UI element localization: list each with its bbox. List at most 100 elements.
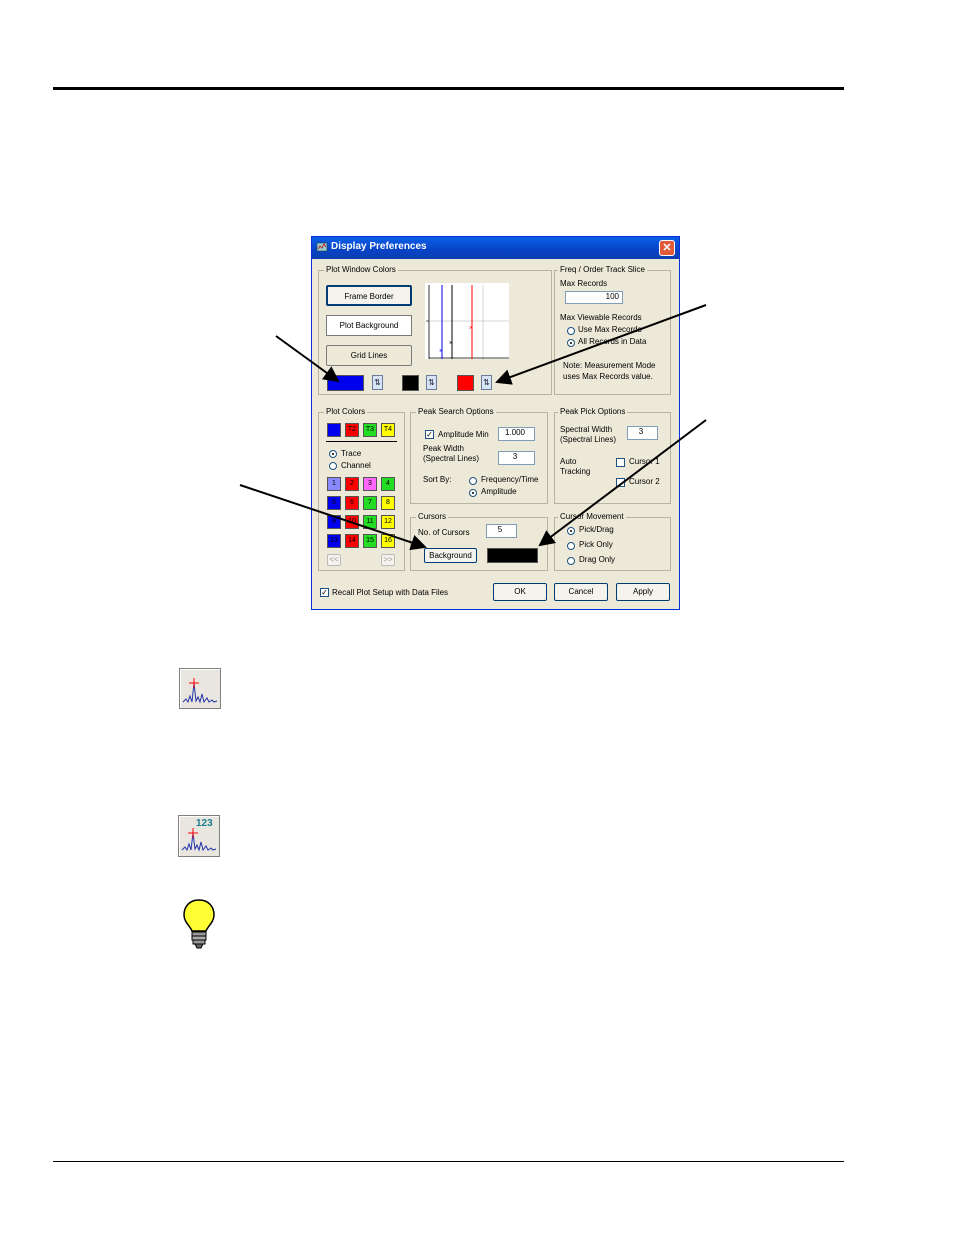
pick-drag-label: Pick/Drag [579,525,614,534]
lightbulb-icon [183,899,215,949]
channel-color-7[interactable]: 7 [363,496,377,510]
cursor-color-1[interactable] [327,375,364,391]
spectral-width-label: Spectral Width (Spectral Lines) [560,425,617,444]
spectral-width-input[interactable]: 3 [627,426,658,440]
recall-setup-checkbox[interactable]: ✓ [320,588,329,597]
sort-amplitude-label: Amplitude [481,487,517,496]
channel-color-2[interactable]: 2 [345,477,359,491]
channel-label: Channel [341,461,371,470]
cursor1-checkbox[interactable] [616,458,625,467]
peak-width-label: Peak Width (Spectral Lines) [423,444,480,463]
peak-pick-label: Peak Pick Options [558,407,628,416]
cursor-selector-3[interactable]: ⇅ [481,375,492,390]
dialog-title: Display Preferences [331,241,427,252]
trace-label: Trace [341,449,362,458]
channel-color-8[interactable]: 8 [381,496,395,510]
svg-text:×: × [469,325,473,332]
pick-drag-radio[interactable] [567,527,575,535]
channel-color-4[interactable]: 4 [381,477,395,491]
ok-button[interactable]: OK [493,583,547,601]
svg-text:×: × [439,348,443,355]
cursor-selector-2[interactable]: ⇅ [426,375,437,390]
peak-search-label: Peak Search Options [416,407,496,416]
title-bar[interactable]: Display Preferences ✕ [312,237,679,259]
auto-tracking-label: Auto Tracking [560,457,591,476]
pick-only-radio[interactable] [567,542,575,550]
drag-only-label: Drag Only [579,555,616,564]
background-button[interactable]: Background [424,548,477,563]
channel-color-5[interactable]: 5 [327,496,341,510]
app-icon [316,242,328,252]
max-records-input[interactable]: 100 [565,291,623,304]
drag-only-radio[interactable] [567,557,575,565]
use-max-radio[interactable] [567,327,575,335]
all-records-label: All Records in Data [578,337,647,346]
close-button[interactable]: ✕ [659,240,675,256]
pick-only-label: Pick Only [579,540,613,549]
peak-width-input[interactable]: 3 [498,451,535,465]
cursor1-label: Cursor 1 [629,457,660,466]
channel-color-11[interactable]: 11 [363,515,377,529]
trace-color-t2[interactable]: T2 [345,423,359,437]
trace-radio[interactable] [329,450,337,458]
cursors-label: Cursors [416,512,449,521]
plot-window-colors-label: Plot Window Colors [324,265,398,274]
freq-order-label: Freq / Order Track Slice [558,265,647,274]
channel-color-15[interactable]: 15 [363,534,377,548]
channel-color-6[interactable]: 6 [345,496,359,510]
measurement-note: Note: Measurement Mode uses Max Records … [563,361,656,381]
channel-color-12[interactable]: 12 [381,515,395,529]
amplitude-min-checkbox[interactable]: ✓ [425,430,434,439]
amplitude-min-label: Amplitude Min [438,430,489,439]
plot-preview: × × × [425,283,509,359]
cancel-button[interactable]: Cancel [554,583,608,601]
num-cursors-input[interactable]: 5 [486,524,517,538]
amplitude-min-input[interactable]: 1.000 [498,427,535,441]
plot-colors-divider [326,441,397,442]
cursor2-label: Cursor 2 [629,477,660,486]
cursor2-checkbox[interactable] [616,478,625,487]
peak-pick-toolbar-icon[interactable] [179,668,221,709]
plot-background-button[interactable]: Plot Background [326,315,412,336]
trace-color-t4[interactable]: T4 [381,423,395,437]
channel-color-14[interactable]: 14 [345,534,359,548]
channel-color-1[interactable]: 1 [327,477,341,491]
prev-colors-button[interactable]: << [327,554,341,566]
plot-colors-label: Plot Colors [324,407,368,416]
sort-freq-radio[interactable] [469,477,477,485]
spectrum-icon [182,678,218,704]
channel-radio[interactable] [329,462,337,470]
recall-setup-label: Recall Plot Setup with Data Files [332,588,449,597]
channel-color-13[interactable]: 13 [327,534,341,548]
cursor-color-2[interactable] [402,375,419,391]
callout-arrows [239,304,707,551]
sort-amplitude-radio[interactable] [469,489,477,497]
cursor-selector-1[interactable]: ⇅ [372,375,383,390]
trace-color-t3[interactable]: T3 [363,423,377,437]
apply-button[interactable]: Apply [616,583,670,601]
channel-color-3[interactable]: 3 [363,477,377,491]
sort-by-label: Sort By: [423,475,452,484]
cursor-movement-label: Cursor Movement [558,512,626,521]
next-colors-button[interactable]: >> [381,554,395,566]
icon-number-label: 123 [196,818,213,829]
grid-lines-button[interactable]: Grid Lines [326,345,412,366]
peak-list-toolbar-icon[interactable]: 123 [178,815,220,857]
max-records-label: Max Records [560,279,608,288]
use-max-label: Use Max Records [578,325,642,334]
cursor-color-3[interactable] [457,375,474,391]
svg-text:×: × [449,340,453,347]
sort-freq-label: Frequency/Time [481,475,539,484]
footer-rule [53,1161,844,1162]
header-rule [53,87,844,90]
background-color-swatch[interactable] [487,548,538,563]
channel-color-10[interactable]: 10 [345,515,359,529]
num-cursors-label: No. of Cursors [418,528,470,537]
display-preferences-dialog: Display Preferences ✕ Plot Window Colors… [311,236,680,610]
channel-color-16[interactable]: 16 [381,534,395,548]
all-records-radio[interactable] [567,339,575,347]
channel-color-9[interactable]: 9 [327,515,341,529]
max-viewable-label: Max Viewable Records [560,313,642,322]
trace-color-t1[interactable] [327,423,341,437]
frame-border-button[interactable]: Frame Border [326,285,412,306]
